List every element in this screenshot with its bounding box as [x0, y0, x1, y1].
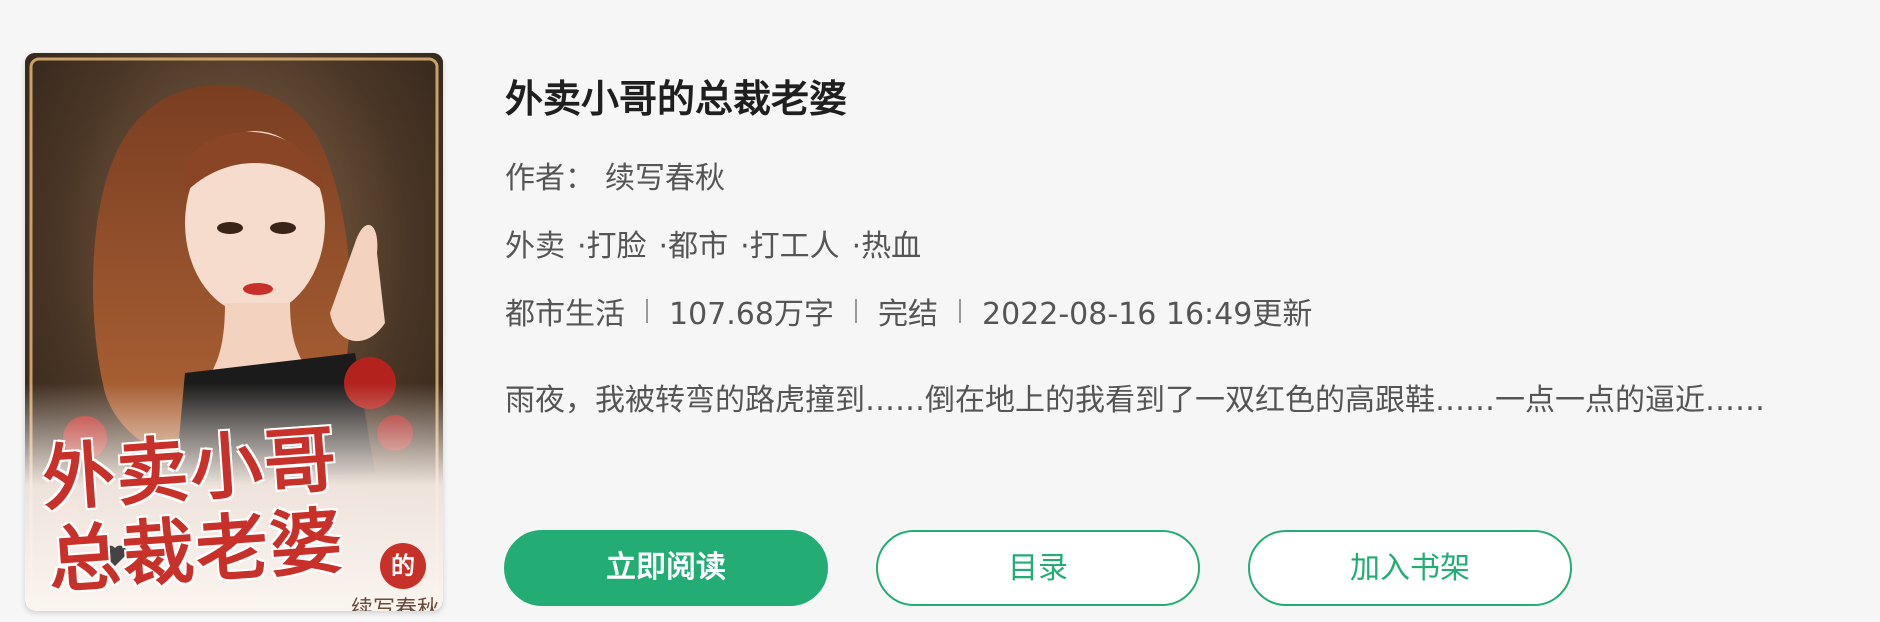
divider: [854, 299, 857, 323]
book-status: 完结: [877, 297, 938, 332]
author-label: 作者：: [505, 161, 595, 196]
add-to-bookshelf-button[interactable]: 加入书架: [1248, 530, 1572, 606]
divider: [646, 299, 648, 323]
tag[interactable]: ·都市: [659, 229, 729, 264]
book-description: 雨夜，我被转弯的路虎撞到……倒在地上的我看到了一双红色的高跟鞋……一点一点的逼近…: [505, 383, 1765, 418]
author-name[interactable]: 续写春秋: [605, 161, 725, 196]
tags-row: 外卖 ·打脸 ·都市 ·打工人 ·热血: [505, 221, 933, 265]
tag[interactable]: 外卖: [505, 229, 565, 264]
book-title: 外卖小哥的总裁老婆: [505, 77, 848, 121]
author-row: 作者： 续写春秋: [505, 153, 725, 197]
book-category[interactable]: 都市生活: [505, 289, 625, 333]
word-count: 107.68万字: [669, 297, 834, 332]
update-time: 2022-08-16 16:49更新: [981, 297, 1313, 332]
cover-title: 外卖小哥 总裁老婆: [40, 412, 431, 603]
cover-author: 续写春秋: [350, 597, 439, 611]
divider: [958, 299, 961, 323]
meta-row: 都市生活 107.68万字 完结 2022-08-16 16:49更新: [505, 289, 1312, 333]
book-detail: 外卖小哥 总裁老婆 的 续写春秋 外卖小哥的总裁老婆 作者： 续写春秋 外卖 ·打脸…: [0, 0, 1880, 622]
book-cover[interactable]: 外卖小哥 总裁老婆 的 续写春秋: [25, 53, 443, 611]
tag[interactable]: ·热血: [852, 229, 922, 264]
cover-de-badge: 的: [380, 543, 426, 589]
table-of-contents-button[interactable]: 目录: [876, 530, 1200, 606]
tag[interactable]: ·打工人: [740, 229, 840, 264]
tag[interactable]: ·打脸: [577, 229, 647, 264]
read-now-button[interactable]: 立即阅读: [504, 530, 828, 606]
